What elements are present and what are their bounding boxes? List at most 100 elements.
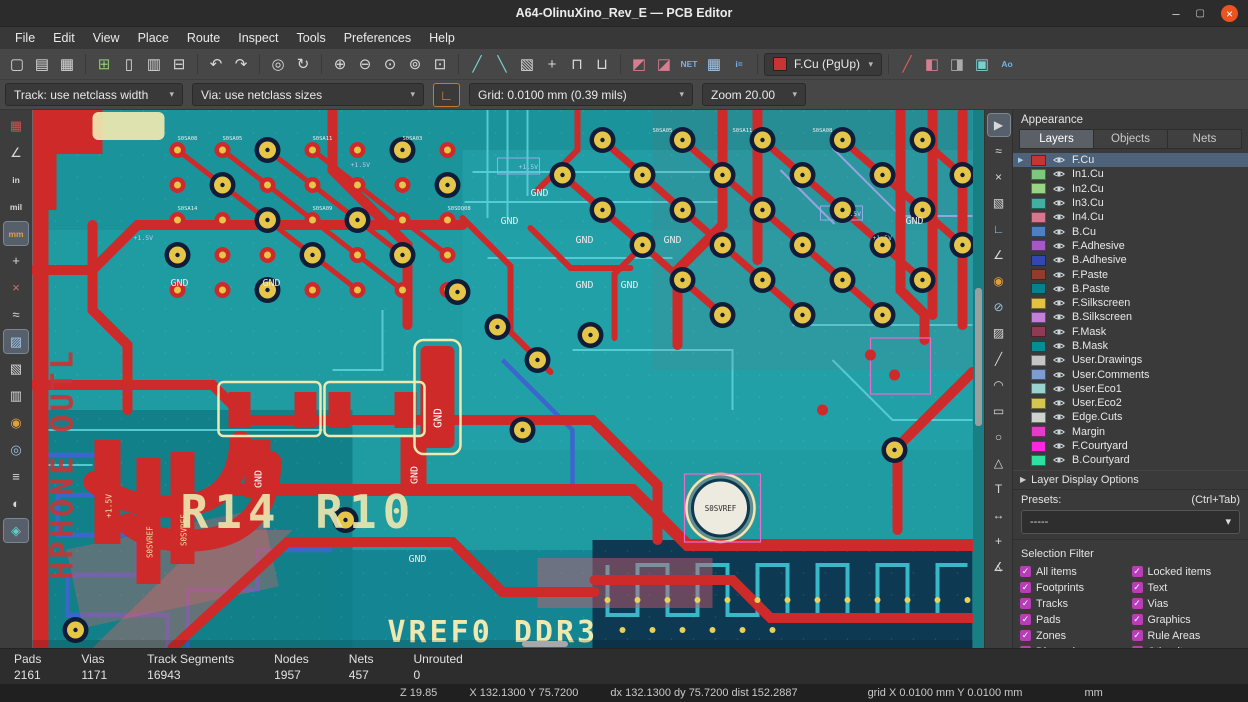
units-mils-icon[interactable]: mil	[4, 195, 28, 218]
units-mm-icon[interactable]: mm	[4, 222, 28, 245]
layer-color-swatch[interactable]	[1031, 383, 1046, 394]
tab-nets[interactable]: Nets	[1168, 130, 1241, 148]
layer-color-swatch[interactable]	[1031, 426, 1046, 437]
zone-outline-icon[interactable]: ▧	[4, 357, 28, 380]
draw-rect-icon[interactable]: ▭	[988, 400, 1010, 422]
menu-edit[interactable]: Edit	[44, 29, 84, 47]
layer-color-swatch[interactable]	[1031, 355, 1046, 366]
layer-visibility-eye-icon[interactable]	[1052, 197, 1066, 209]
checkbox-checked[interactable]: ✓	[1132, 614, 1143, 625]
layer-visibility-eye-icon[interactable]	[1052, 154, 1066, 166]
maximize-button[interactable]: ▢	[1196, 9, 1205, 19]
layer-row-b-silkscreen[interactable]: B.Silkscreen	[1013, 310, 1248, 324]
menu-preferences[interactable]: Preferences	[335, 29, 420, 47]
filter-locked-items[interactable]: ✓Locked items	[1132, 566, 1242, 578]
layer-row-user-comments[interactable]: User.Comments	[1013, 367, 1248, 381]
layer-row-b-mask[interactable]: B.Mask	[1013, 339, 1248, 353]
footprint-browser-icon[interactable]: ◪	[652, 52, 676, 76]
layer-color-swatch[interactable]	[1031, 226, 1046, 237]
menu-place[interactable]: Place	[129, 29, 178, 47]
pads-filled-icon[interactable]: ◉	[4, 411, 28, 434]
layer-color-swatch[interactable]	[1031, 326, 1046, 337]
layer-color-swatch[interactable]	[1031, 312, 1046, 323]
presets-dropdown[interactable]: ----- ▾	[1021, 510, 1240, 534]
layer-visibility-eye-icon[interactable]	[1052, 211, 1066, 223]
layer-visibility-eye-icon[interactable]	[1052, 426, 1066, 438]
zoom-selection-icon[interactable]: ⊡	[428, 52, 452, 76]
layer-display-options[interactable]: ▶ Layer Display Options	[1013, 470, 1248, 490]
measure-tool-icon[interactable]: ∡	[988, 556, 1010, 578]
save-icon[interactable]: ▦	[55, 52, 79, 76]
layer-visibility-eye-icon[interactable]	[1052, 168, 1066, 180]
zoom-dropdown[interactable]: Zoom 20.00 ▾	[702, 83, 806, 106]
tab-objects[interactable]: Objects	[1094, 130, 1168, 148]
layer-row-margin[interactable]: Margin	[1013, 425, 1248, 439]
board-setup-icon[interactable]: ⊞	[92, 52, 116, 76]
menu-view[interactable]: View	[84, 29, 129, 47]
layer-color-swatch[interactable]	[1031, 255, 1046, 266]
ratsnest-visibility-icon[interactable]: ×	[4, 276, 28, 299]
layer-color-swatch[interactable]	[1031, 269, 1046, 280]
filter-all-items[interactable]: ✓All items	[1020, 566, 1130, 578]
place-footprint-icon[interactable]: ⊘	[988, 296, 1010, 318]
layer-row-b-courtyard[interactable]: B.Courtyard	[1013, 453, 1248, 467]
cleanup-tracks-icon[interactable]: ╲	[490, 52, 514, 76]
highlight-net-pencil-icon[interactable]: ╱	[895, 52, 919, 76]
filter-text[interactable]: ✓Text	[1132, 582, 1242, 594]
layer-visibility-eye-icon[interactable]	[1052, 440, 1066, 452]
layer-color-swatch[interactable]	[1031, 169, 1046, 180]
vertical-scrollbar[interactable]	[973, 110, 984, 648]
layer-row-b-cu[interactable]: B.Cu	[1013, 224, 1248, 238]
menu-tools[interactable]: Tools	[288, 29, 335, 47]
layer-row-f-adhesive[interactable]: F.Adhesive	[1013, 239, 1248, 253]
checkbox-checked[interactable]: ✓	[1020, 566, 1031, 577]
layer-row-f-silkscreen[interactable]: F.Silkscreen	[1013, 296, 1248, 310]
units-inches-icon[interactable]: in	[4, 168, 28, 191]
layer-row-f-paste[interactable]: F.Paste	[1013, 267, 1248, 281]
layer-color-swatch[interactable]	[1031, 240, 1046, 251]
add-text-icon[interactable]: T	[988, 478, 1010, 500]
menu-help[interactable]: Help	[420, 29, 464, 47]
layer-visibility-eye-icon[interactable]	[1052, 254, 1066, 266]
new-board-icon[interactable]: ▢	[5, 52, 29, 76]
checkbox-checked[interactable]: ✓	[1020, 598, 1031, 609]
layer-row-in1-cu[interactable]: In1.Cu	[1013, 167, 1248, 181]
cursor-shape-icon[interactable]: +	[4, 249, 28, 272]
menu-inspect[interactable]: Inspect	[229, 29, 287, 47]
local-ratsnest-icon[interactable]: ≈	[988, 140, 1010, 162]
filter-pads[interactable]: ✓Pads	[1020, 614, 1130, 626]
checkbox-checked[interactable]: ✓	[1132, 566, 1143, 577]
layer-visibility-eye-icon[interactable]	[1052, 383, 1066, 395]
open-board-icon[interactable]: ▤	[30, 52, 54, 76]
layer-color-swatch[interactable]	[1031, 212, 1046, 223]
highlight-net-tool-icon[interactable]: ×	[988, 166, 1010, 188]
layer-color-swatch[interactable]	[1031, 341, 1046, 352]
layer-selector-dropdown[interactable]: F.Cu (PgUp) ▾	[764, 53, 882, 76]
find-icon[interactable]: ◎	[266, 52, 290, 76]
zone-display-icon[interactable]: ▨	[4, 330, 28, 353]
zoom-fit-objects-icon[interactable]: ⊚	[403, 52, 427, 76]
tab-layers[interactable]: Layers	[1020, 130, 1094, 148]
route-tracks-icon[interactable]: ∟	[988, 218, 1010, 240]
layer-visibility-eye-icon[interactable]	[1052, 226, 1066, 238]
layer-visibility-eye-icon[interactable]	[1052, 283, 1066, 295]
vias-filled-icon[interactable]: ◎	[4, 438, 28, 461]
via-size-dropdown[interactable]: Via: use netclass sizes ▾	[192, 83, 424, 106]
filter-zones[interactable]: ✓Zones	[1020, 630, 1130, 642]
refresh-icon[interactable]: ↻	[291, 52, 315, 76]
page-settings-icon[interactable]: ▯	[117, 52, 141, 76]
footprint-editor-icon[interactable]: ◩	[627, 52, 651, 76]
layer-row-user-eco1[interactable]: User.Eco1	[1013, 382, 1248, 396]
set-origin-icon[interactable]: +	[988, 530, 1010, 552]
filter-vias[interactable]: ✓Vias	[1132, 598, 1242, 610]
minimize-button[interactable]: –	[1172, 7, 1179, 20]
calculator-icon[interactable]: i=	[727, 52, 751, 76]
layer-row-edge-cuts[interactable]: Edge.Cuts	[1013, 410, 1248, 424]
track-posture-icon[interactable]: ∟	[433, 83, 460, 107]
zoom-out-icon[interactable]: ⊖	[353, 52, 377, 76]
add-dimension-icon[interactable]: ↔	[988, 504, 1010, 526]
place-via-icon[interactable]: ◉	[988, 270, 1010, 292]
checkbox-checked[interactable]: ✓	[1020, 582, 1031, 593]
route-diff-pairs-icon[interactable]: ∠	[988, 244, 1010, 266]
layer-color-swatch[interactable]	[1031, 198, 1046, 209]
